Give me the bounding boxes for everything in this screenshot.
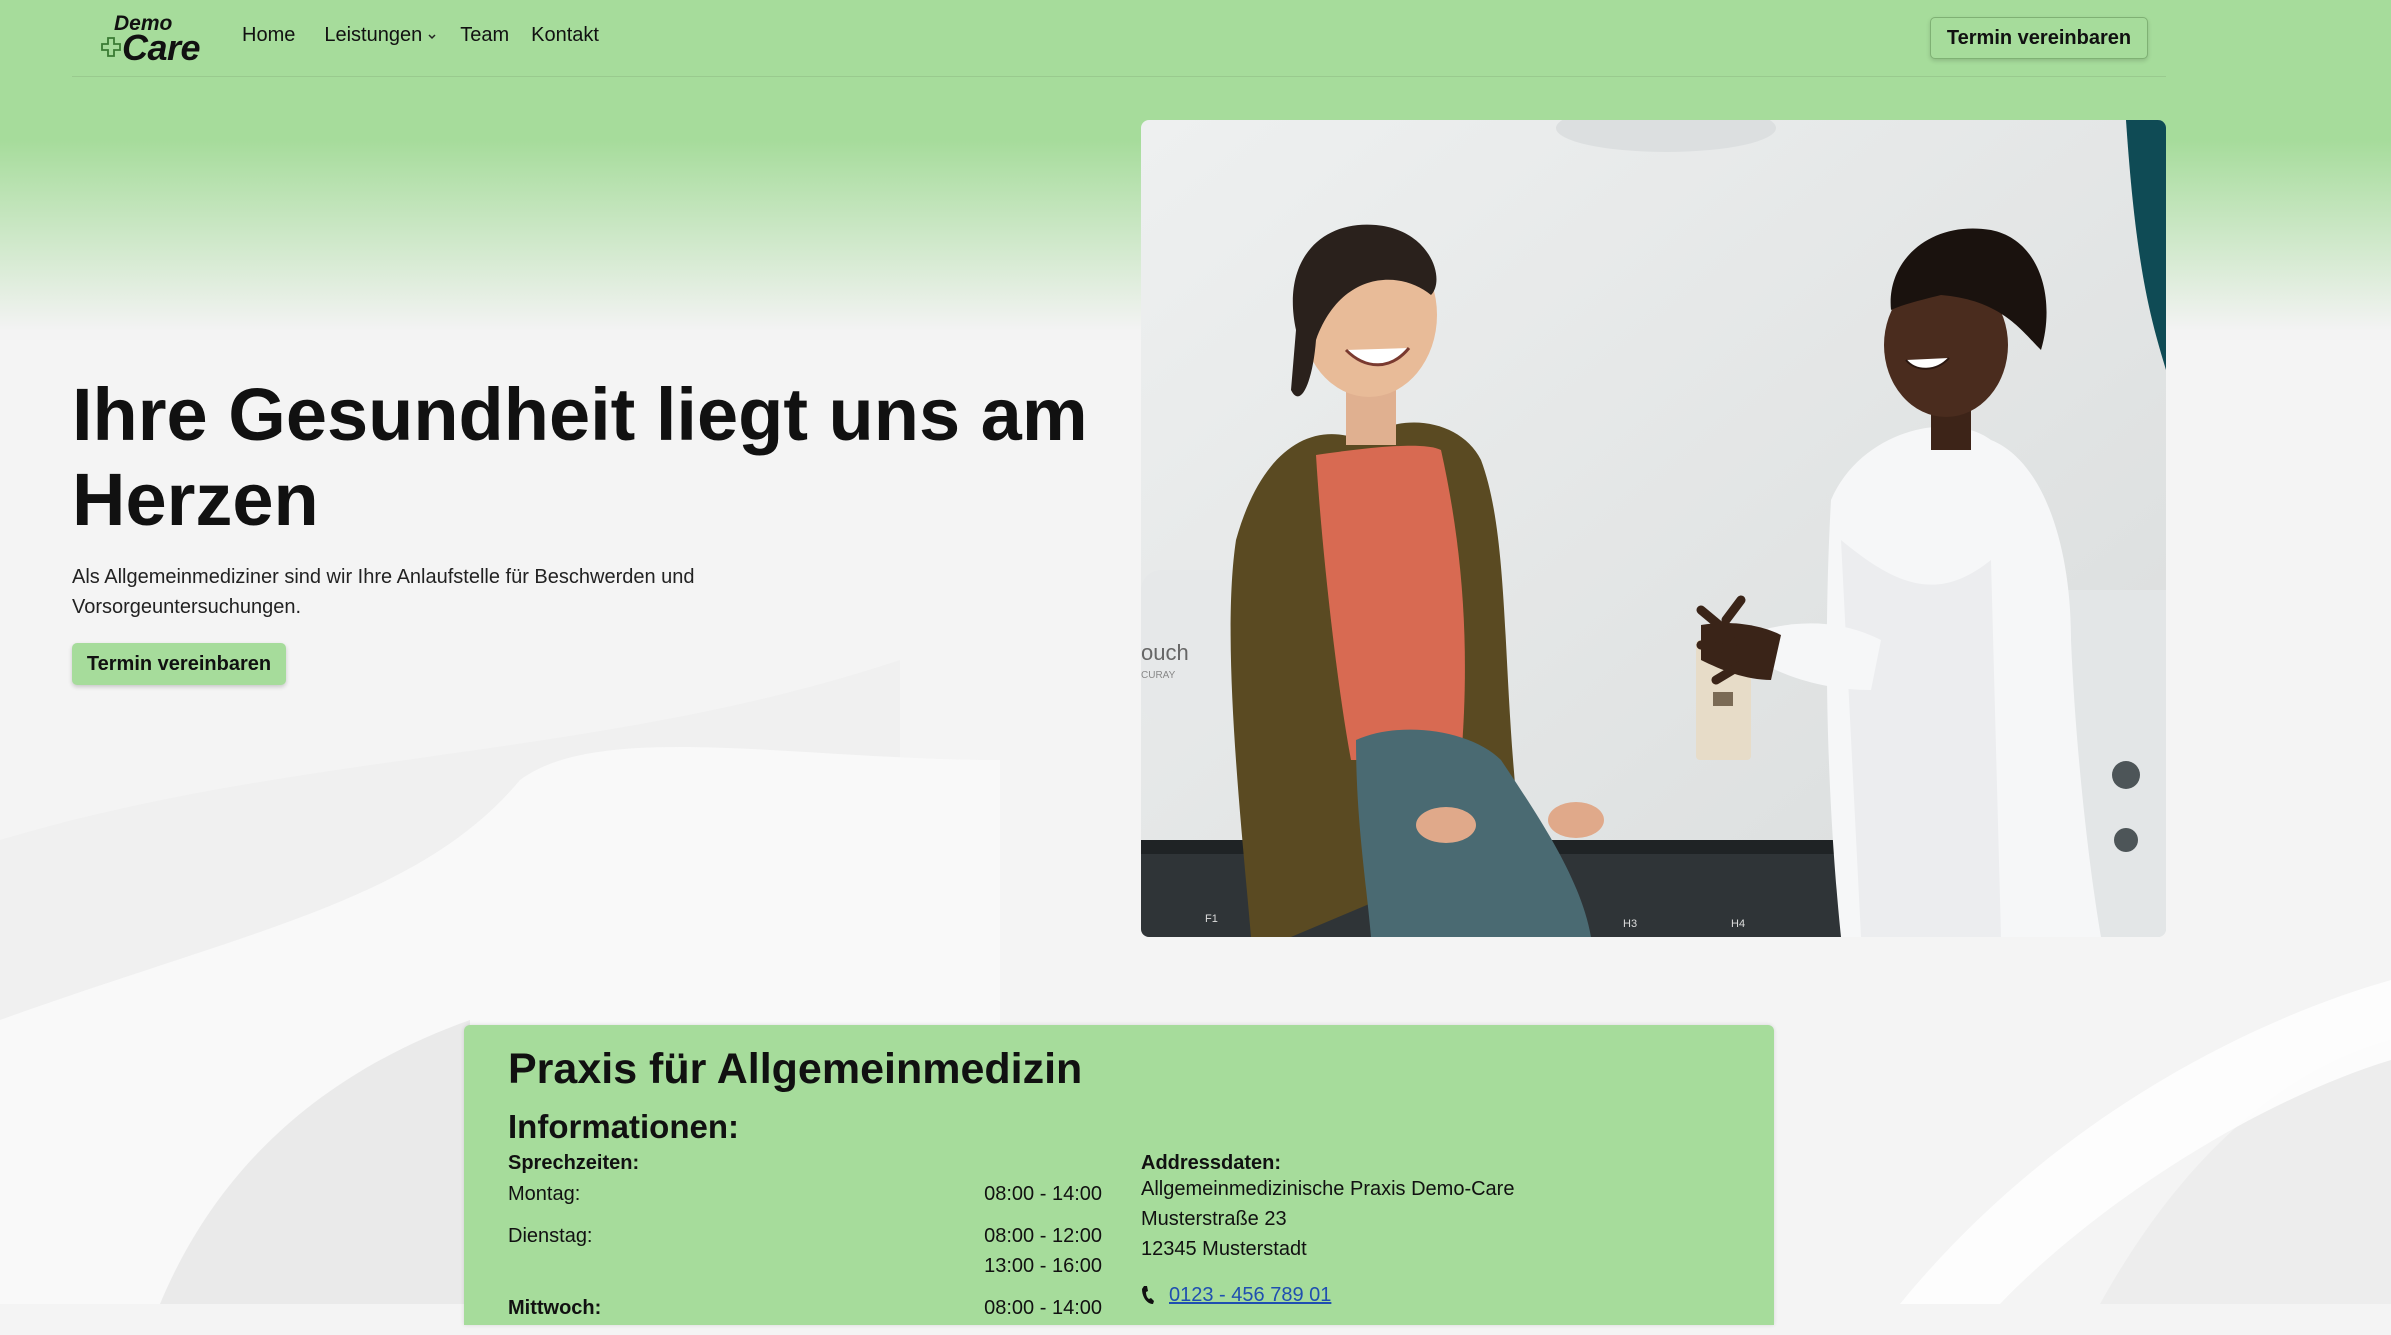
machine-label: ouch <box>1141 640 1189 665</box>
hero-appointment-button[interactable]: Termin vereinbaren <box>72 643 286 685</box>
hero-subtitle: Als Allgemeinmediziner sind wir Ihre Anl… <box>72 566 695 618</box>
hours-day: Dienstag: <box>508 1225 593 1247</box>
hours-time: 08:00 - 14:00 <box>984 1297 1102 1319</box>
opening-hours-heading: Sprechzeiten: <box>508 1152 640 1174</box>
doctor-patient-illustration: ouch CURAY F1 H3 H4 <box>1141 120 2166 937</box>
hours-time: 13:00 - 16:00 <box>984 1255 1102 1277</box>
hero-image: ouch CURAY F1 H3 H4 <box>1141 120 2166 937</box>
logo-text-care: Care <box>122 27 201 68</box>
address-line: 12345 Musterstadt <box>1141 1238 1307 1260</box>
nav-appointment-button[interactable]: Termin vereinbaren <box>1930 17 2148 59</box>
nav-leistungen-label: Leistungen <box>324 24 423 46</box>
hours-day: Montag: <box>508 1183 581 1205</box>
practice-info-card: Praxis für Allgemeinmedizin Informatione… <box>464 1025 1774 1325</box>
hours-day: Mittwoch: <box>508 1297 602 1319</box>
address-heading: Addressdaten: <box>1141 1152 1282 1174</box>
hours-row: Dienstag: 08:00 - 12:00 13:00 - 16:00 <box>508 1221 1102 1281</box>
hours-row: Mittwoch: 08:00 - 14:00 <box>508 1293 1102 1323</box>
medical-cross-icon <box>101 37 121 57</box>
table-label-h3: H3 <box>1623 918 1637 930</box>
machine-label-small: CURAY <box>1141 670 1176 681</box>
hours-row: Montag: 08:00 - 14:00 <box>508 1179 1102 1209</box>
address-line: Allgemeinmedizinische Praxis Demo-Care <box>1141 1178 1515 1200</box>
address-block: Addressdaten: Allgemeinmedizinische Prax… <box>1141 1152 1641 1310</box>
logo[interactable]: Demo Care <box>86 12 201 68</box>
table-label-h4: H4 <box>1731 918 1745 930</box>
nav-leistungen[interactable]: Leistungen <box>324 24 438 47</box>
navbar: Demo Care Home Leistungen Team Kontakt T… <box>72 0 2166 77</box>
opening-hours: Sprechzeiten: Montag: 08:00 - 14:00 Dien… <box>508 1152 1102 1335</box>
info-heading: Informationen: <box>508 1108 739 1145</box>
practice-title: Praxis für Allgemeinmedizin <box>508 1045 1083 1093</box>
nav-kontakt[interactable]: Kontakt <box>531 24 599 47</box>
nav-links: Home Leistungen Team Kontakt <box>242 24 599 47</box>
chevron-down-icon <box>428 33 436 39</box>
nav-team[interactable]: Team <box>460 24 509 47</box>
address-line: Musterstraße 23 <box>1141 1208 1287 1230</box>
phone-icon <box>1142 1286 1154 1304</box>
table-label-f1: F1 <box>1205 913 1218 925</box>
phone-link[interactable]: 0123 - 456 789 01 <box>1169 1280 1331 1310</box>
hours-time: 08:00 - 14:00 <box>984 1183 1102 1205</box>
nav-home[interactable]: Home <box>242 24 295 47</box>
hero-title: Ihre Gesundheit liegt uns am Herzen <box>72 373 1088 541</box>
hours-time: 08:00 - 12:00 <box>984 1225 1102 1247</box>
phone-row: 0123 - 456 789 01 <box>1141 1280 1641 1310</box>
